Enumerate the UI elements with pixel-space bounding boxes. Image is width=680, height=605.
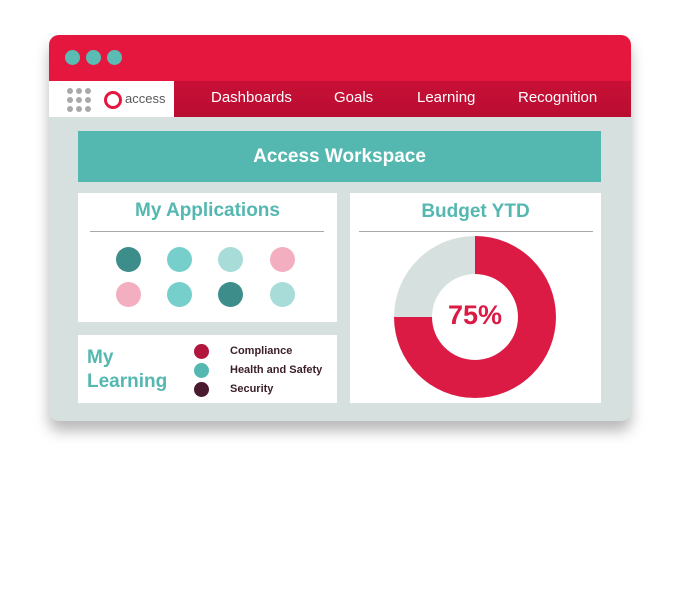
app-window: access Dashboards Goals Learning Recogni… [49, 35, 631, 421]
app-icon-5[interactable] [116, 282, 141, 307]
applications-panel: My Applications [78, 193, 337, 322]
nav-dashboards[interactable]: Dashboards [211, 89, 292, 106]
access-logo-icon [104, 91, 122, 109]
nav-goals[interactable]: Goals [334, 89, 373, 106]
app-icon-7[interactable] [218, 282, 243, 307]
page-title: Access Workspace [78, 131, 601, 182]
window-dot-2[interactable] [86, 50, 101, 65]
logo-text: access [125, 91, 166, 106]
logo-area[interactable]: access [49, 81, 174, 117]
learning-panel: My Learning Compliance Health and Safety… [78, 335, 337, 403]
window-dot-1[interactable] [65, 50, 80, 65]
budget-percent-label: 75% [447, 300, 503, 330]
learning-item-health-safety[interactable]: Health and Safety [230, 364, 322, 376]
learning-item-security[interactable]: Security [230, 383, 273, 395]
grid-dots-icon[interactable] [67, 88, 91, 112]
top-nav: access Dashboards Goals Learning Recogni… [49, 81, 631, 117]
app-icon-6[interactable] [167, 282, 192, 307]
app-icon-3[interactable] [218, 247, 243, 272]
nav-learning[interactable]: Learning [417, 89, 475, 106]
learning-title-line1: My [87, 347, 114, 368]
app-icon-1[interactable] [116, 247, 141, 272]
app-icon-8[interactable] [270, 282, 295, 307]
learning-title: My Learning [87, 346, 167, 394]
learning-item-compliance[interactable]: Compliance [230, 345, 292, 357]
window-dot-3[interactable] [107, 50, 122, 65]
nav-recognition[interactable]: Recognition [518, 89, 597, 106]
applications-divider [90, 231, 324, 232]
budget-panel: Budget YTD 75% [350, 193, 601, 403]
budget-donut-chart [394, 236, 556, 398]
app-icon-4[interactable] [270, 247, 295, 272]
applications-title: My Applications [135, 200, 280, 221]
app-icon-2[interactable] [167, 247, 192, 272]
security-dot-icon [194, 382, 209, 397]
compliance-dot-icon [194, 344, 209, 359]
health-safety-dot-icon [194, 363, 209, 378]
title-bar [49, 35, 631, 81]
learning-title-line2: Learning [87, 371, 168, 392]
